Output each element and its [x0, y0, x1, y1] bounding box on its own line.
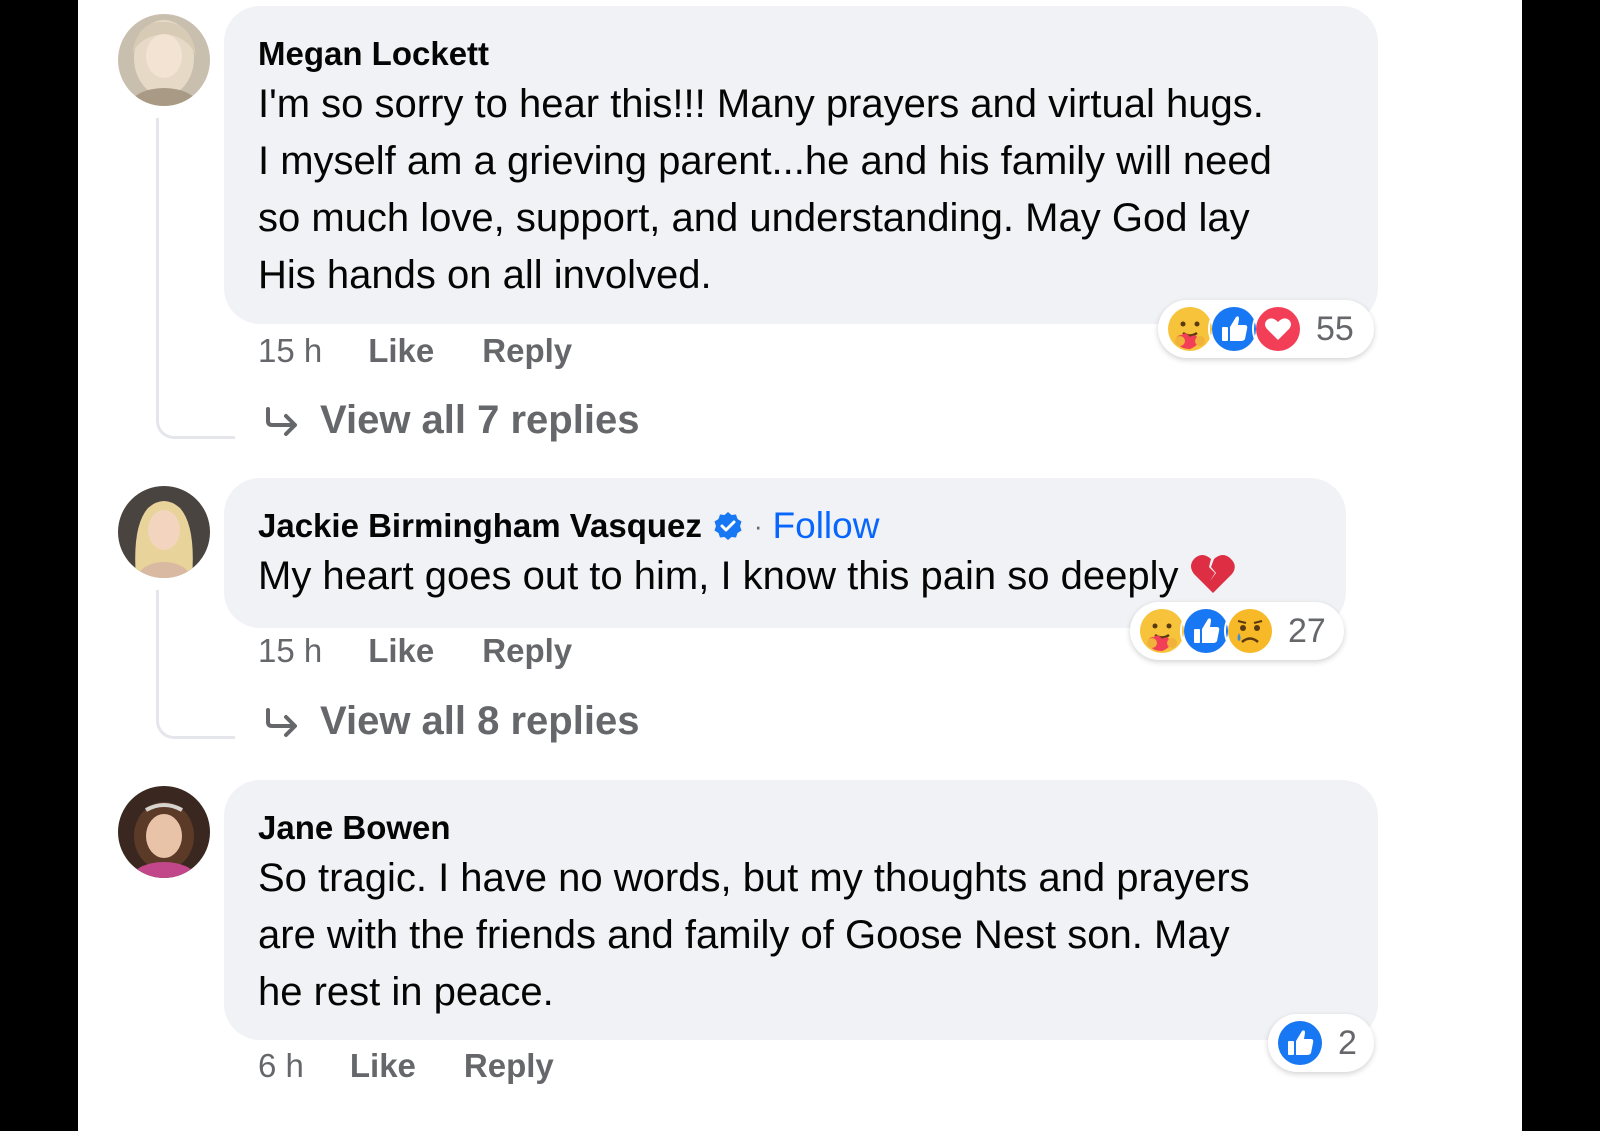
- reactions-summary[interactable]: 27: [1130, 602, 1344, 660]
- comment-bubble: Jane Bowen So tragic. I have no words, b…: [224, 780, 1378, 1040]
- thread-connector: [156, 590, 235, 739]
- separator-dot: ·: [753, 511, 763, 541]
- view-replies-label: View all 8 replies: [320, 699, 640, 743]
- reply-button[interactable]: Reply: [464, 1047, 554, 1085]
- comment-author[interactable]: Jane Bowen: [258, 806, 1344, 850]
- avatar-jackie-birmingham-vasquez[interactable]: [118, 486, 210, 578]
- avatar-megan-lockett[interactable]: [118, 14, 210, 106]
- reply-arrow-icon: [266, 707, 297, 737]
- love-icon: [1252, 303, 1304, 355]
- comment-timestamp[interactable]: 15 h: [258, 632, 322, 670]
- reply-arrow-icon: [266, 406, 297, 436]
- like-icon: [1274, 1017, 1326, 1069]
- reply-button[interactable]: Reply: [482, 632, 572, 670]
- reaction-count: 2: [1338, 1023, 1357, 1062]
- comment-text-content: My heart goes out to him, I know this pa…: [258, 554, 1179, 598]
- view-replies-link[interactable]: View all 7 replies: [262, 398, 639, 443]
- broken-heart-icon: [1190, 555, 1235, 593]
- author-name[interactable]: Jackie Birmingham Vasquez: [258, 504, 702, 548]
- comment-bubble: Megan Lockett I'm so sorry to hear this!…: [224, 6, 1378, 324]
- comment-actions: 15 h Like Reply: [258, 332, 620, 370]
- comment-text: My heart goes out to him, I know this pa…: [258, 548, 1312, 605]
- comment-text: I'm so sorry to hear this!!! Many prayer…: [258, 82, 1272, 297]
- like-button[interactable]: Like: [368, 332, 434, 370]
- like-button[interactable]: Like: [368, 632, 434, 670]
- follow-button[interactable]: Follow: [773, 504, 880, 548]
- comment-text: So tragic. I have no words, but my thoug…: [258, 856, 1250, 1014]
- comment-timestamp[interactable]: 6 h: [258, 1047, 304, 1085]
- view-replies-link[interactable]: View all 8 replies: [262, 699, 639, 744]
- comment-timestamp[interactable]: 15 h: [258, 332, 322, 370]
- reactions-summary[interactable]: 55: [1158, 300, 1374, 358]
- reaction-count: 27: [1288, 611, 1326, 650]
- reactions-summary[interactable]: 2: [1268, 1014, 1374, 1072]
- author-name[interactable]: Jane Bowen: [258, 806, 451, 850]
- comment-actions: 6 h Like Reply: [258, 1047, 602, 1085]
- view-replies-label: View all 7 replies: [320, 398, 640, 442]
- reaction-count: 55: [1316, 309, 1354, 348]
- comment-actions: 15 h Like Reply: [258, 632, 620, 670]
- avatar-jane-bowen[interactable]: [118, 786, 210, 878]
- like-button[interactable]: Like: [350, 1047, 416, 1085]
- sad-icon: [1224, 605, 1276, 657]
- comments-panel: Megan Lockett I'm so sorry to hear this!…: [78, 0, 1522, 1131]
- author-name[interactable]: Megan Lockett: [258, 32, 489, 76]
- verified-badge-icon: [714, 512, 742, 540]
- comment-author[interactable]: Megan Lockett: [258, 32, 1344, 76]
- reply-button[interactable]: Reply: [482, 332, 572, 370]
- comment-author[interactable]: Jackie Birmingham Vasquez · Follow: [258, 504, 1312, 548]
